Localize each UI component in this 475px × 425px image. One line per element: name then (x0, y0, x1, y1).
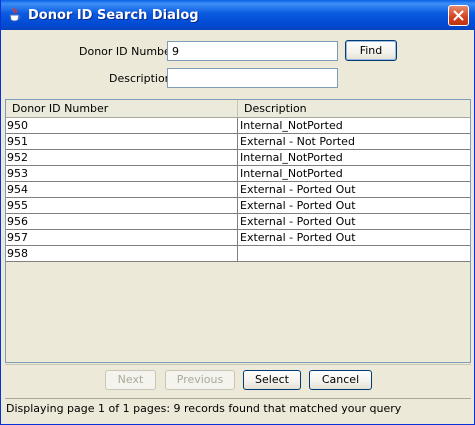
close-icon (453, 10, 464, 21)
find-button[interactable]: Find (345, 40, 397, 61)
column-header-donor-id[interactable]: Donor ID Number (6, 100, 238, 117)
java-cup-icon (8, 7, 22, 23)
cell-description: External - Ported Out (240, 199, 356, 212)
table-row[interactable]: 952 Internal_NotPorted (6, 150, 470, 166)
cancel-button[interactable]: Cancel (309, 370, 372, 390)
cell-donor-id: 952 (6, 150, 238, 165)
cell-description: External - Not Ported (240, 135, 355, 148)
cell-donor-id: 956 (6, 214, 238, 229)
results-table[interactable]: Donor ID Number Description 950 Internal… (5, 99, 471, 363)
select-button[interactable]: Select (243, 370, 301, 390)
table-row[interactable]: 950 Internal_NotPorted (6, 118, 470, 134)
divider (5, 364, 471, 365)
cell-donor-id: 954 (6, 182, 238, 197)
donor-id-input[interactable] (167, 41, 338, 61)
cell-description: Internal_NotPorted (240, 167, 343, 180)
cell-description: External - Ported Out (240, 183, 356, 196)
title-bar[interactable]: Donor ID Search Dialog (1, 0, 475, 30)
dialog-window: Donor ID Search Dialog Donor ID Number F… (0, 0, 475, 425)
description-label: Description (109, 72, 172, 85)
next-button[interactable]: Next (105, 370, 156, 390)
table-row[interactable]: 956 External - Ported Out (6, 214, 470, 230)
cell-description: Internal_NotPorted (240, 151, 343, 164)
table-row[interactable]: 953 Internal_NotPorted (6, 166, 470, 182)
table-row[interactable]: 951 External - Not Ported (6, 134, 470, 150)
description-input[interactable] (167, 68, 338, 88)
cell-donor-id: 950 (6, 118, 238, 133)
cell-donor-id: 953 (6, 166, 238, 181)
table-row[interactable]: 955 External - Ported Out (6, 198, 470, 214)
window-title: Donor ID Search Dialog (28, 8, 199, 23)
status-bar: Displaying page 1 of 1 pages: 9 records … (5, 398, 471, 420)
table-row[interactable]: 958 (6, 246, 470, 262)
cell-donor-id: 957 (6, 230, 238, 245)
cell-description: Internal_NotPorted (240, 119, 343, 132)
cell-description: External - Ported Out (240, 215, 356, 228)
column-header-description[interactable]: Description (238, 100, 470, 117)
close-button[interactable] (448, 5, 469, 26)
cell-donor-id: 951 (6, 134, 238, 149)
cell-description: External - Ported Out (240, 231, 356, 244)
cell-donor-id: 955 (6, 198, 238, 213)
cell-description (238, 246, 470, 261)
table-header: Donor ID Number Description (6, 100, 470, 118)
table-row[interactable]: 957 External - Ported Out (6, 230, 470, 246)
donor-id-label: Donor ID Number (79, 45, 176, 58)
previous-button[interactable]: Previous (165, 370, 235, 390)
cell-donor-id: 958 (6, 246, 238, 261)
table-row[interactable]: 954 External - Ported Out (6, 182, 470, 198)
